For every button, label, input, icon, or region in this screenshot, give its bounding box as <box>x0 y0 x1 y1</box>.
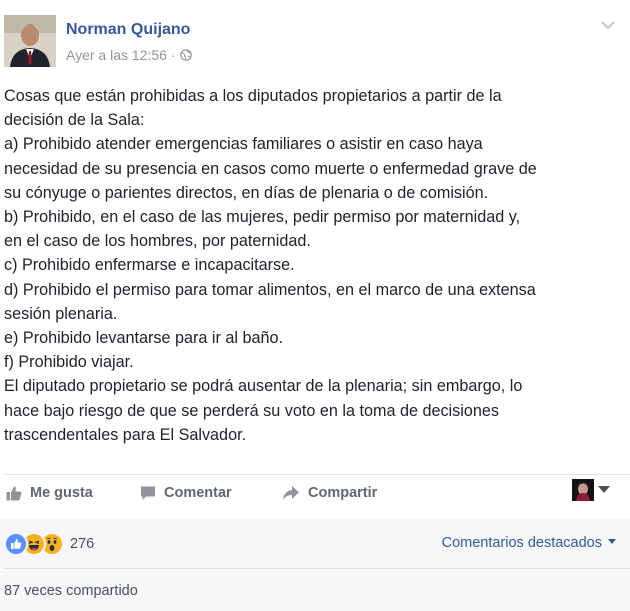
post-meta: Ayer a las 12:56 · <box>66 47 192 63</box>
comment-button[interactable]: Comentar <box>140 478 232 508</box>
post-text: Cosas que están prohibidas a los diputad… <box>4 87 537 444</box>
actions-divider <box>4 474 630 475</box>
share-arrow-icon <box>283 486 299 500</box>
post-actions: Me gusta Comentar Compartir <box>4 478 630 510</box>
meta-separator: · <box>170 47 176 63</box>
comment-icon <box>141 486 155 500</box>
featured-comments-label: Comentarios destacados <box>441 535 602 551</box>
like-label: Me gusta <box>30 485 93 501</box>
caret-down-icon[interactable] <box>598 486 610 493</box>
like-button[interactable]: Me gusta <box>6 478 93 508</box>
thumbs-up-icon <box>6 486 22 501</box>
post-header: Norman Quijano Ayer a las 12:56 · <box>4 15 630 71</box>
share-label: Compartir <box>308 485 378 501</box>
share-button[interactable]: Compartir <box>282 478 377 508</box>
post-footer: 276 Comentarios destacados 87 veces comp… <box>0 519 630 611</box>
author-name[interactable]: Norman Quijano <box>66 21 190 39</box>
comment-label: Comentar <box>164 485 232 501</box>
post-timestamp[interactable]: Ayer a las 12:56 <box>66 47 167 63</box>
footer-divider <box>4 568 630 569</box>
author-avatar[interactable] <box>4 15 56 67</box>
facebook-post: Norman Quijano Ayer a las 12:56 · Cosas … <box>0 0 630 611</box>
chevron-down-icon[interactable] <box>600 17 616 33</box>
share-count[interactable]: 87 veces compartido <box>4 583 138 599</box>
reactions-summary[interactable]: 276 <box>4 532 95 556</box>
like-reaction-icon <box>4 532 28 556</box>
caret-down-small-icon <box>608 538 616 544</box>
reaction-count: 276 <box>70 536 95 552</box>
featured-comments-dropdown[interactable]: Comentarios destacados <box>442 535 616 551</box>
current-user-avatar[interactable] <box>572 479 594 501</box>
globe-icon[interactable] <box>179 49 192 61</box>
